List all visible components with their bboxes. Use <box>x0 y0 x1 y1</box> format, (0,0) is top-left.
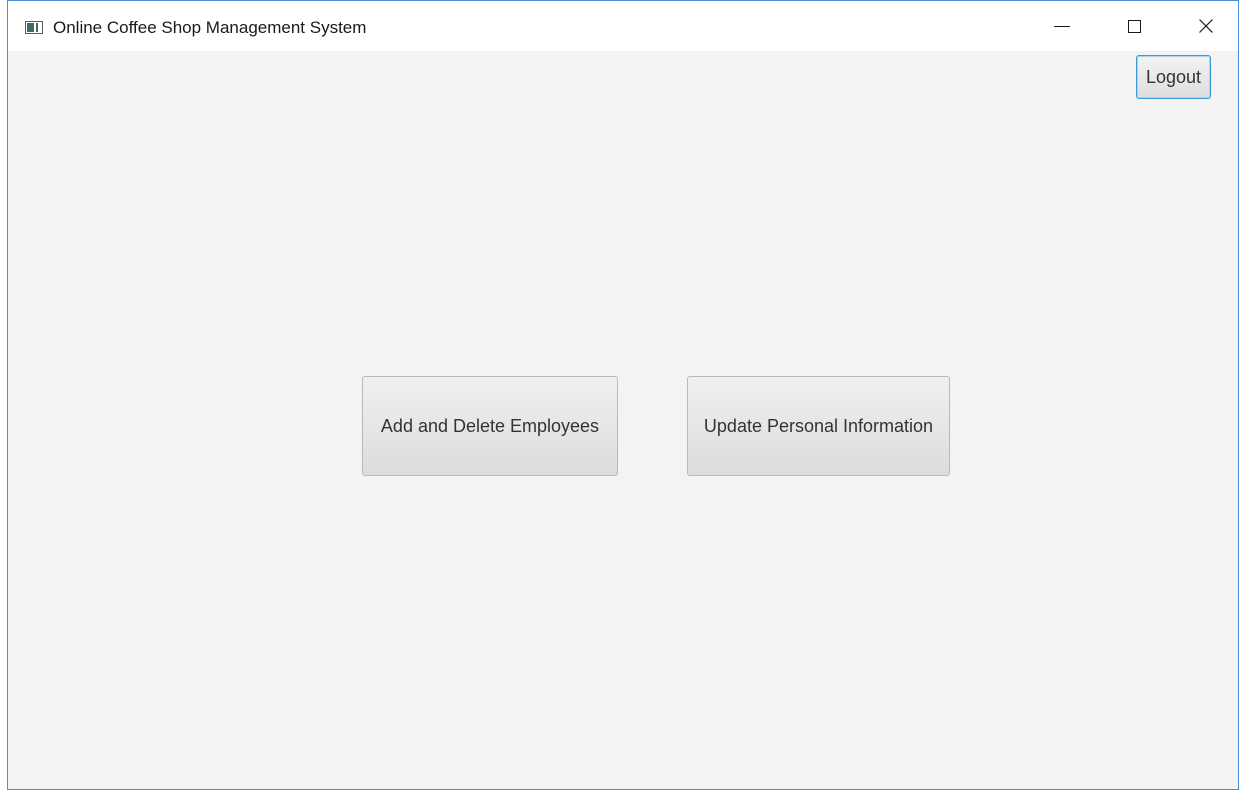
minimize-icon <box>1054 25 1070 27</box>
title-bar[interactable]: Online Coffee Shop Management System <box>8 1 1238 51</box>
add-delete-employees-button[interactable]: Add and Delete Employees <box>362 376 618 476</box>
maximize-icon <box>1127 19 1141 33</box>
app-window-icon <box>25 21 43 34</box>
close-button[interactable] <box>1183 1 1229 51</box>
main-content: Logout Add and Delete Employees Update P… <box>8 51 1238 789</box>
close-icon <box>1199 19 1213 33</box>
app-window: Online Coffee Shop Management System Log… <box>7 0 1239 790</box>
minimize-button[interactable] <box>1039 1 1085 51</box>
maximize-button[interactable] <box>1111 1 1157 51</box>
window-title: Online Coffee Shop Management System <box>53 18 367 37</box>
update-personal-information-button[interactable]: Update Personal Information <box>687 376 950 476</box>
logout-button[interactable]: Logout <box>1136 55 1211 99</box>
